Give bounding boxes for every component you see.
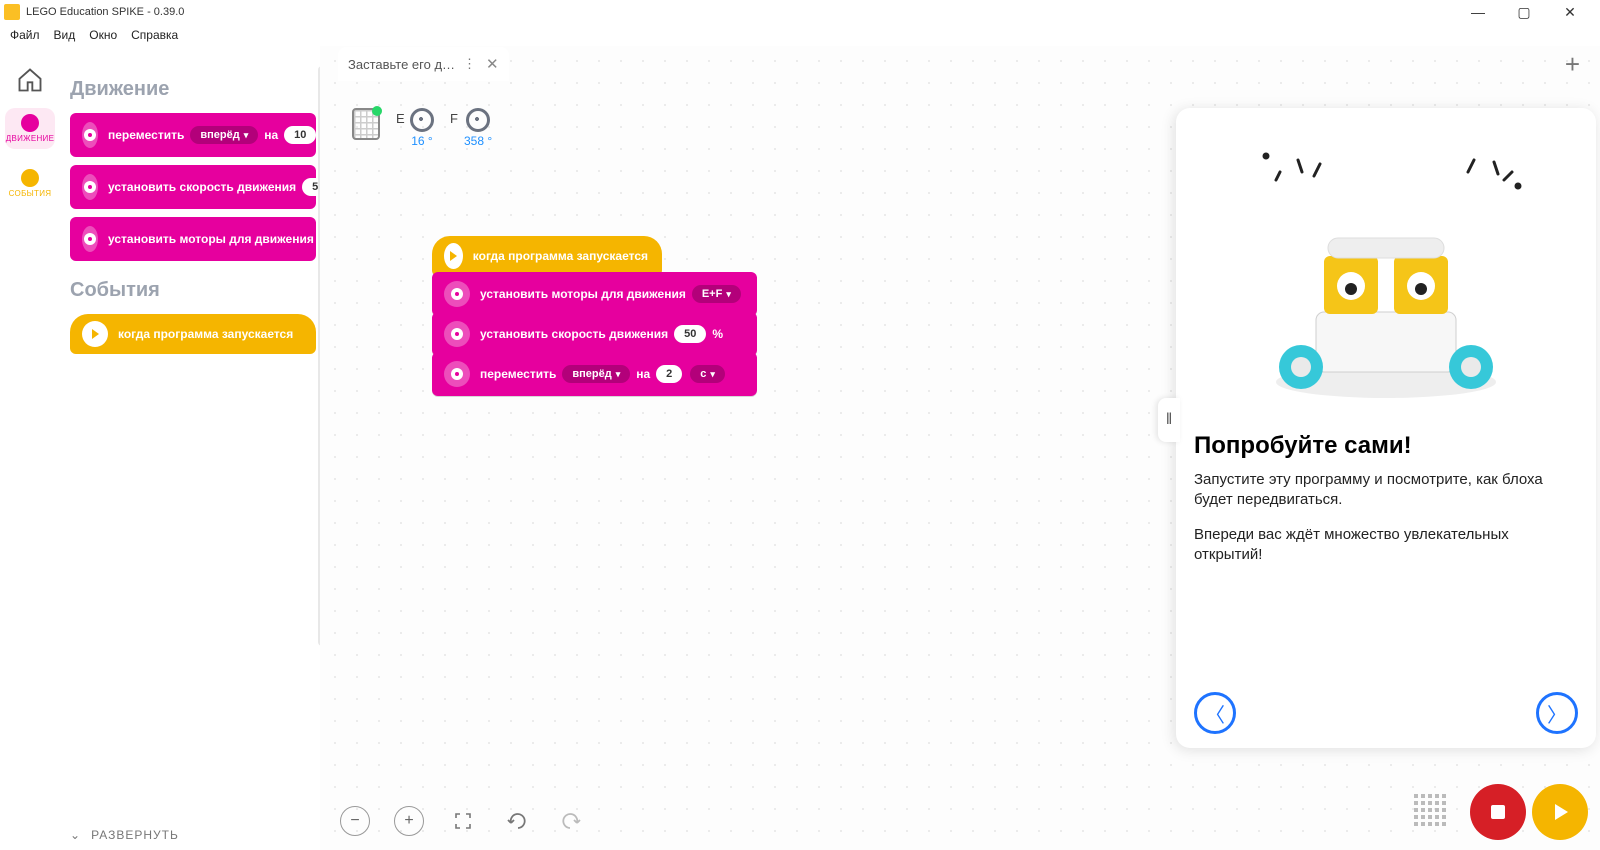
motor-icon [82, 174, 98, 200]
tutorial-panel: ǁ [1176, 108, 1596, 748]
motor-icon [82, 122, 98, 148]
download-slot-button[interactable] [1414, 794, 1450, 830]
stop-button[interactable] [1470, 784, 1526, 840]
events-header: События [70, 279, 316, 302]
motor-port-icon [410, 108, 434, 132]
menu-file[interactable]: Файл [10, 28, 40, 42]
tab-close-icon[interactable]: ✕ [486, 55, 499, 73]
run-button[interactable] [1532, 784, 1588, 840]
hub-icon[interactable] [352, 108, 380, 140]
palette-block-set-speed[interactable]: установить скорость движения 5 [70, 165, 316, 209]
stack-block-set-speed[interactable]: установить скорость движения 50 % [432, 312, 757, 356]
category-motion-label: ДВИЖЕНИЕ [6, 134, 55, 143]
zoom-out-button[interactable]: − [340, 806, 370, 836]
panel-collapse-button[interactable]: ǁ [1158, 398, 1180, 442]
home-icon[interactable] [15, 66, 45, 94]
motion-dot-icon [21, 114, 39, 132]
tutorial-text-2: Впереди вас ждёт множество увлекательных… [1194, 525, 1578, 566]
undo-button[interactable] [502, 806, 532, 836]
menu-window[interactable]: Окно [89, 28, 117, 42]
fit-screen-button[interactable] [448, 806, 478, 836]
title-bar: LEGO Education SPIKE - 0.39.0 — ▢ ✕ [0, 0, 1600, 24]
palette-block-set-motors[interactable]: установить моторы для движения [70, 217, 316, 261]
play-icon [444, 243, 463, 269]
add-tab-button[interactable]: + [1565, 49, 1600, 80]
code-stack[interactable]: когда программа запускается установить м… [432, 236, 757, 396]
minimize-button[interactable]: — [1464, 4, 1492, 21]
port-e[interactable]: E 16 ° [410, 108, 434, 148]
menu-bar: Файл Вид Окно Справка [0, 24, 1600, 46]
expand-button[interactable]: ⌄ РАЗВЕРНУТЬ [70, 828, 179, 842]
hub-status: E 16 ° F 358 ° [352, 108, 492, 148]
hub-connected-dot-icon [372, 106, 382, 116]
tutorial-next-button[interactable]: 〉 [1536, 692, 1578, 734]
tab-title: Заставьте его д… [348, 57, 455, 72]
category-events-label: СОБЫТИЯ [9, 189, 52, 198]
tutorial-title: Попробуйте сами! [1194, 432, 1578, 460]
stack-hat-when-start[interactable]: когда программа запускается [432, 236, 662, 276]
motor-icon [444, 281, 470, 307]
port-f[interactable]: F 358 ° [464, 108, 492, 148]
category-motion[interactable]: ДВИЖЕНИЕ [5, 108, 55, 149]
run-controls [1414, 784, 1588, 840]
category-rail: ДВИЖЕНИЕ СОБЫТИЯ [0, 46, 60, 850]
close-window-button[interactable]: ✕ [1556, 4, 1584, 21]
redo-button[interactable] [556, 806, 586, 836]
events-dot-icon [21, 169, 39, 187]
chevron-down-icon: ⌄ [70, 828, 81, 842]
canvas-controls: − + [340, 806, 586, 836]
stack-block-move[interactable]: переместить вперёд на 2 с [432, 352, 757, 396]
category-events[interactable]: СОБЫТИЯ [5, 163, 55, 204]
play-icon [82, 321, 108, 347]
tutorial-prev-button[interactable]: 〈 [1194, 692, 1236, 734]
tab-menu-icon[interactable]: ⋮ [463, 56, 478, 72]
palette-block-when-start[interactable]: когда программа запускается [70, 314, 316, 354]
motion-header: Движение [70, 78, 316, 101]
project-tab[interactable]: Заставьте его д… ⋮ ✕ [338, 47, 509, 81]
motor-port-icon [466, 108, 490, 132]
window-title: LEGO Education SPIKE - 0.39.0 [26, 6, 1452, 18]
maximize-button[interactable]: ▢ [1510, 4, 1538, 21]
app-icon [4, 4, 20, 20]
stack-block-set-motors[interactable]: установить моторы для движения E+F [432, 272, 757, 316]
menu-view[interactable]: Вид [54, 28, 76, 42]
tutorial-text-1: Запустите эту программу и посмотрите, ка… [1194, 470, 1578, 511]
motor-icon [444, 321, 470, 347]
tutorial-image [1194, 122, 1578, 422]
canvas[interactable]: Заставьте его д… ⋮ ✕ + E 16 ° F 358 ° [320, 46, 1600, 850]
tab-bar: Заставьте его д… ⋮ ✕ + [338, 44, 1600, 84]
palette-block-move[interactable]: переместить вперёд на 10 [70, 113, 316, 157]
menu-help[interactable]: Справка [131, 28, 178, 42]
block-palette: Движение переместить вперёд на 10 устано… [60, 46, 320, 850]
motor-icon [444, 361, 470, 387]
motor-icon [82, 226, 98, 252]
window-controls: — ▢ ✕ [1452, 4, 1596, 21]
zoom-in-button[interactable]: + [394, 806, 424, 836]
